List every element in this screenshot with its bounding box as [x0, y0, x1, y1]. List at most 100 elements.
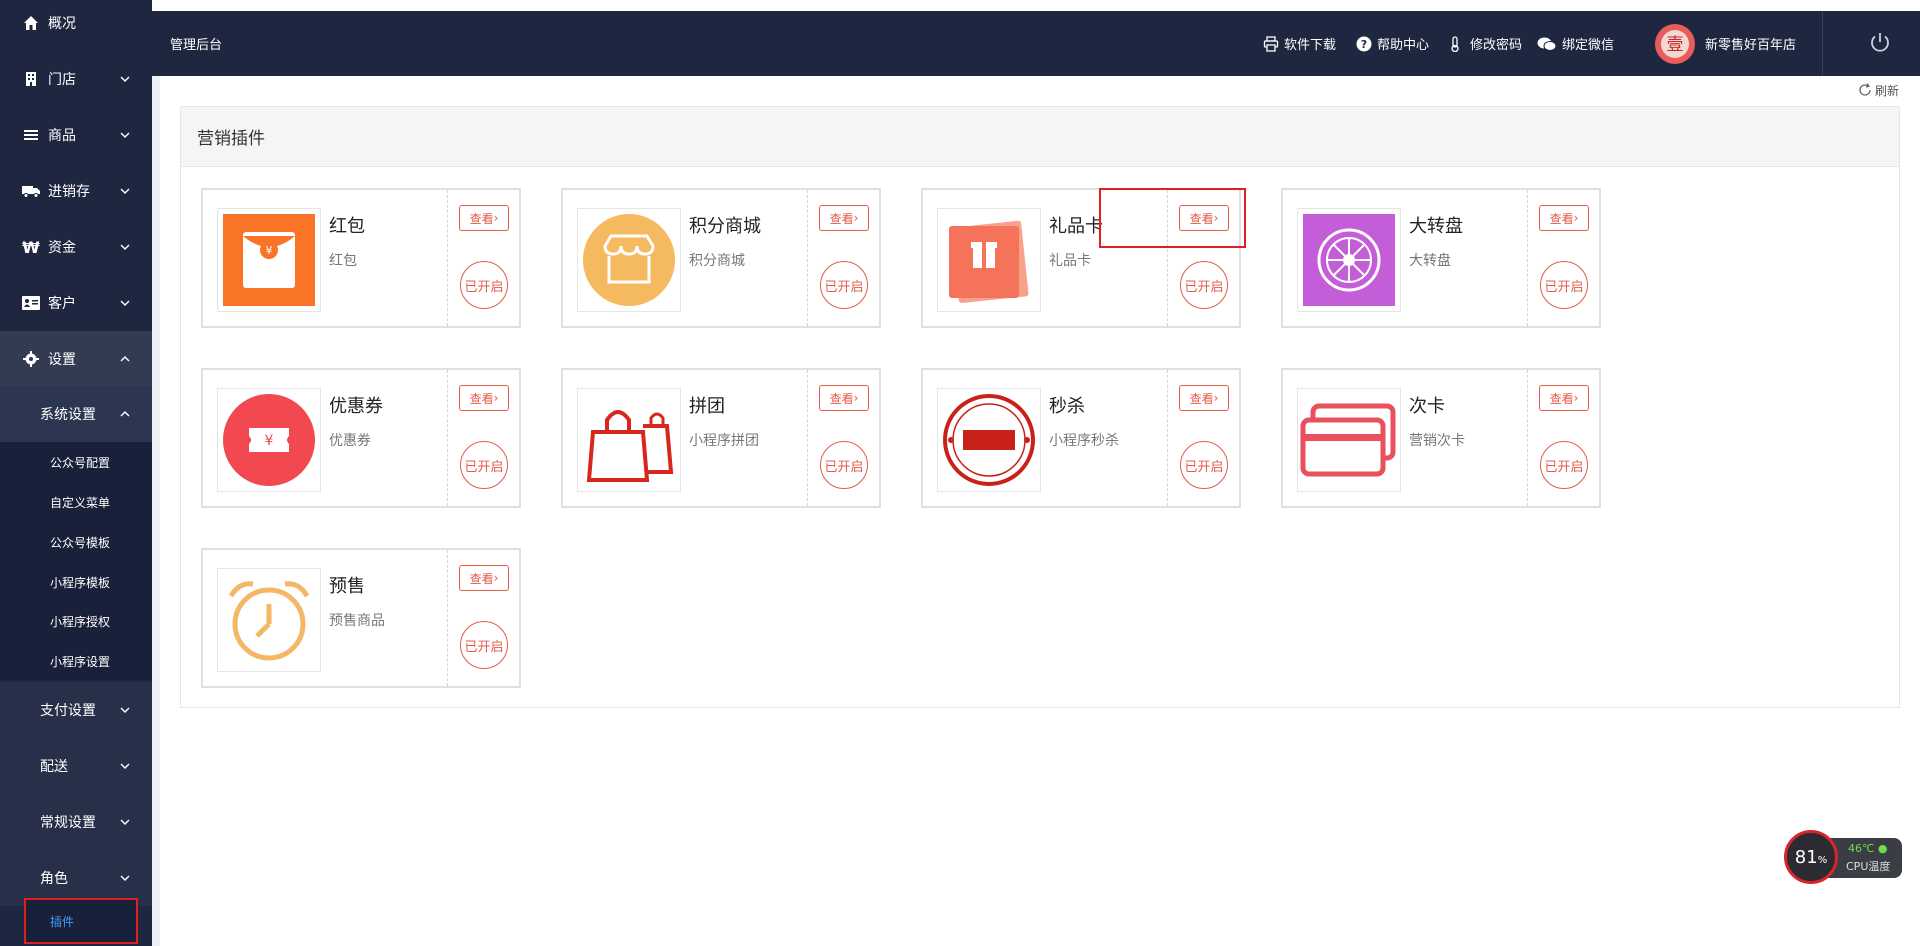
enabled-button[interactable]: 已开启 [1180, 261, 1228, 309]
plugin-name: 拼团 [689, 396, 725, 417]
avatar[interactable]: 壹 [1655, 24, 1695, 64]
chevron-right-icon: › [1573, 211, 1579, 225]
bind-wechat-link[interactable]: 绑定微信 [1537, 11, 1614, 76]
power-icon[interactable] [1868, 31, 1892, 55]
sidebar-item-label: 资金 [48, 240, 76, 256]
store-name[interactable]: 新零售好百年店 [1705, 11, 1796, 76]
card-divider [807, 370, 808, 506]
plugin-name: 预售 [329, 576, 365, 597]
sidebar-item-customers[interactable]: 客户 [0, 275, 152, 331]
svg-text:¥: ¥ [265, 433, 274, 449]
view-button[interactable]: 查看 › [459, 205, 509, 231]
chevron-down-icon [120, 132, 130, 138]
plugin-image [217, 568, 321, 672]
chevron-up-icon [120, 411, 130, 417]
plugin-desc: 预售商品 [329, 613, 385, 629]
top-header: 管理后台 软件下载 ? 帮助中心 修改密码 绑定微信 壹 新零售好百年店 [152, 11, 1920, 76]
sidebar-item-products[interactable]: 商品 [0, 107, 152, 163]
chevron-right-icon: › [493, 391, 499, 405]
sidebar-subitem-official-account-config[interactable]: 公众号配置 [0, 442, 152, 482]
chevron-right-icon: › [853, 391, 859, 405]
link-label: 绑定微信 [1562, 38, 1615, 53]
chevron-right-icon: › [853, 211, 859, 225]
enabled-button[interactable]: 已开启 [820, 261, 868, 309]
alarm-clock-icon [228, 581, 310, 661]
enabled-button[interactable]: 已开启 [1540, 261, 1588, 309]
help-center-link[interactable]: ? 帮助中心 [1356, 11, 1429, 76]
refresh-icon [1859, 83, 1871, 96]
enabled-button[interactable]: 已开启 [460, 441, 508, 489]
plugin-desc: 积分商城 [689, 253, 745, 269]
thermometer-icon [1449, 35, 1465, 52]
sidebar-item-label: 设置 [48, 352, 76, 368]
view-button[interactable]: 查看 › [819, 205, 869, 231]
plugin-name: 红包 [329, 216, 365, 237]
truck-icon [22, 182, 40, 200]
chevron-down-icon [120, 875, 130, 881]
plugin-image [577, 208, 681, 312]
view-button[interactable]: 查看 › [459, 565, 509, 591]
enabled-button[interactable]: 已开启 [1180, 441, 1228, 489]
cpu-monitor-widget[interactable]: 81% 46℃ ● CPU温度 [1784, 830, 1902, 884]
chevron-down-icon [120, 76, 130, 82]
svg-text:¥: ¥ [266, 244, 273, 257]
chevron-down-icon [120, 300, 130, 306]
view-button[interactable]: 查看 › [1539, 385, 1589, 411]
panel-header: 营销插件 [181, 107, 1899, 167]
sidebar-subitem-miniprogram-settings[interactable]: 小程序设置 [0, 641, 152, 681]
sidebar-item-delivery[interactable]: 配送 [0, 738, 152, 794]
plugin-image [937, 388, 1041, 492]
cpu-temperature-label: CPU温度 [1846, 860, 1891, 873]
view-button[interactable]: 查看 › [1179, 385, 1229, 411]
chevron-right-icon: › [493, 211, 499, 225]
sidebar-item-plugins[interactable]: 插件 [24, 898, 138, 944]
sidebar-item-inventory[interactable]: 进销存 [0, 163, 152, 219]
store-icon [583, 214, 675, 306]
sidebar: 概况 门店 商品 进销存 ₩ 资金 客户 设置 系统设置 公众号配置 自定义菜单… [0, 0, 152, 946]
annotation-highlight [1099, 188, 1246, 248]
enabled-button[interactable]: 已开启 [460, 261, 508, 309]
sidebar-item-store[interactable]: 门店 [0, 51, 152, 107]
plugin-desc: 营销次卡 [1409, 433, 1465, 449]
sidebar-subitem-custom-menu[interactable]: 自定义菜单 [0, 482, 152, 522]
view-button[interactable]: 查看 › [459, 385, 509, 411]
sidebar-item-overview[interactable]: 概况 [0, 0, 152, 46]
plugin-name: 大转盘 [1409, 216, 1463, 237]
chevron-down-icon [120, 819, 130, 825]
plugin-desc: 大转盘 [1409, 253, 1451, 269]
app-title: 管理后台 [170, 38, 223, 53]
sidebar-item-label: 进销存 [48, 184, 90, 200]
chevron-up-icon [120, 356, 130, 362]
wechat-icon [1537, 36, 1557, 52]
plugin-image [1297, 208, 1401, 312]
enabled-button[interactable]: 已开启 [1540, 441, 1588, 489]
sidebar-item-payment-settings[interactable]: 支付设置 [0, 682, 152, 738]
sidebar-item-general-settings[interactable]: 常规设置 [0, 794, 152, 850]
sidebar-subitem-miniprogram-template[interactable]: 小程序模板 [0, 562, 152, 602]
refresh-button[interactable]: 刷新 [1858, 80, 1899, 100]
enabled-button[interactable]: 已开启 [460, 621, 508, 669]
change-password-link[interactable]: 修改密码 [1449, 11, 1522, 76]
plugin-image [1297, 388, 1401, 492]
link-label: 帮助中心 [1377, 38, 1430, 53]
chevron-down-icon [120, 244, 130, 250]
view-button[interactable]: 查看 › [819, 385, 869, 411]
view-button[interactable]: 查看 › [1539, 205, 1589, 231]
sidebar-item-funds[interactable]: ₩ 资金 [0, 219, 152, 275]
plugin-card-lucky-wheel: 大转盘 大转盘 查看 › 已开启 [1281, 188, 1601, 328]
flash-sale-icon [943, 394, 1035, 486]
panel-title: 营销插件 [197, 129, 265, 149]
sidebar-subitem-official-account-template[interactable]: 公众号模板 [0, 522, 152, 562]
plugin-name: 优惠券 [329, 396, 383, 417]
leaf-icon: ● [1877, 842, 1888, 855]
plugin-card-count-card: 次卡 营销次卡 查看 › 已开启 [1281, 368, 1601, 508]
gear-icon [22, 350, 40, 368]
scrollbar[interactable] [152, 76, 160, 946]
enabled-button[interactable]: 已开启 [820, 441, 868, 489]
software-download-link[interactable]: 软件下载 [1263, 11, 1336, 76]
sidebar-subitem-miniprogram-auth[interactable]: 小程序授权 [0, 601, 152, 641]
cpu-usage-ring: 81% [1784, 830, 1838, 884]
wheel-icon [1303, 214, 1395, 306]
sidebar-item-settings[interactable]: 设置 [0, 331, 152, 387]
sidebar-item-system-settings[interactable]: 系统设置 [0, 386, 152, 442]
